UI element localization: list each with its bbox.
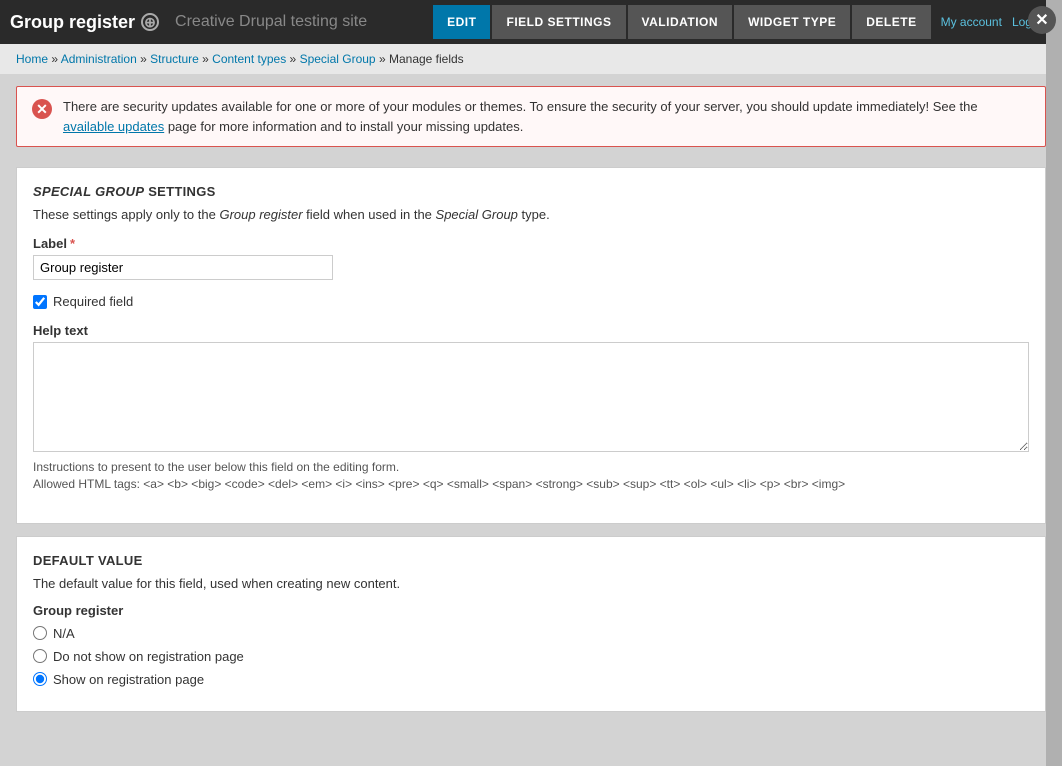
tab-widget-type[interactable]: WIDGET TYPE (734, 5, 850, 39)
alert-message: There are security updates available for… (63, 97, 1031, 136)
help-text-label: Help text (33, 323, 1029, 338)
radio-na[interactable] (33, 626, 47, 640)
required-field-row: Required field (33, 294, 1029, 309)
security-alert: ✕ There are security updates available f… (16, 86, 1046, 147)
add-icon[interactable]: ⊕ (141, 13, 159, 31)
main-content: SPECIAL GROUP SETTINGS These settings ap… (0, 159, 1062, 728)
radio-do-not-show[interactable] (33, 649, 47, 663)
tab-edit[interactable]: EDIT (433, 5, 490, 39)
breadcrumb-manage-fields: Manage fields (389, 52, 464, 66)
label-input[interactable] (33, 255, 333, 280)
breadcrumb-content-types[interactable]: Content types (212, 52, 286, 66)
required-field-label: Required field (53, 294, 133, 309)
radio-show-row: Show on registration page (33, 672, 1029, 687)
label-field-item: Label* (33, 236, 1029, 280)
radio-do-not-show-row: Do not show on registration page (33, 649, 1029, 664)
alert-icon: ✕ (31, 98, 53, 120)
tab-delete[interactable]: DELETE (852, 5, 930, 39)
title-text: Group register (10, 12, 135, 33)
close-button[interactable]: ✕ (1028, 6, 1056, 34)
site-name: Creative Drupal testing site (175, 13, 367, 31)
scrollbar[interactable] (1046, 0, 1062, 766)
settings-title: SPECIAL GROUP SETTINGS (33, 184, 1029, 199)
radio-do-not-show-label: Do not show on registration page (53, 649, 244, 664)
breadcrumb-special-group[interactable]: Special Group (300, 52, 376, 66)
settings-description: These settings apply only to the Group r… (33, 207, 1029, 222)
help-text-hint: Instructions to present to the user belo… (33, 459, 1029, 493)
breadcrumb-structure[interactable]: Structure (150, 52, 199, 66)
breadcrumb-administration[interactable]: Administration (61, 52, 137, 66)
default-field-group-title: Group register (33, 603, 1029, 618)
radio-na-row: N/A (33, 626, 1029, 641)
default-value-panel: DEFAULT VALUE The default value for this… (16, 536, 1046, 712)
required-star: * (70, 236, 75, 251)
help-text-item: Help text Instructions to present to the… (33, 323, 1029, 493)
available-updates-link[interactable]: available updates (63, 119, 164, 134)
tab-bar: EDIT FIELD SETTINGS VALIDATION WIDGET TY… (433, 5, 930, 39)
my-account-link[interactable]: My account (941, 15, 1002, 29)
required-field-checkbox[interactable] (33, 295, 47, 309)
radio-show[interactable] (33, 672, 47, 686)
default-value-description: The default value for this field, used w… (33, 576, 1029, 591)
radio-show-label: Show on registration page (53, 672, 204, 687)
tab-validation[interactable]: VALIDATION (628, 5, 733, 39)
top-bar: Group register ⊕ Creative Drupal testing… (0, 0, 1062, 44)
label-field-label: Label* (33, 236, 1029, 251)
radio-na-label: N/A (53, 626, 75, 641)
page-title: Group register ⊕ (10, 12, 159, 33)
help-text-input[interactable] (33, 342, 1029, 452)
default-value-title: DEFAULT VALUE (33, 553, 1029, 568)
svg-text:✕: ✕ (36, 101, 48, 117)
breadcrumb: Home » Administration » Structure » Cont… (0, 44, 1062, 74)
breadcrumb-home[interactable]: Home (16, 52, 48, 66)
tab-field-settings[interactable]: FIELD SETTINGS (492, 5, 625, 39)
settings-panel: SPECIAL GROUP SETTINGS These settings ap… (16, 167, 1046, 524)
